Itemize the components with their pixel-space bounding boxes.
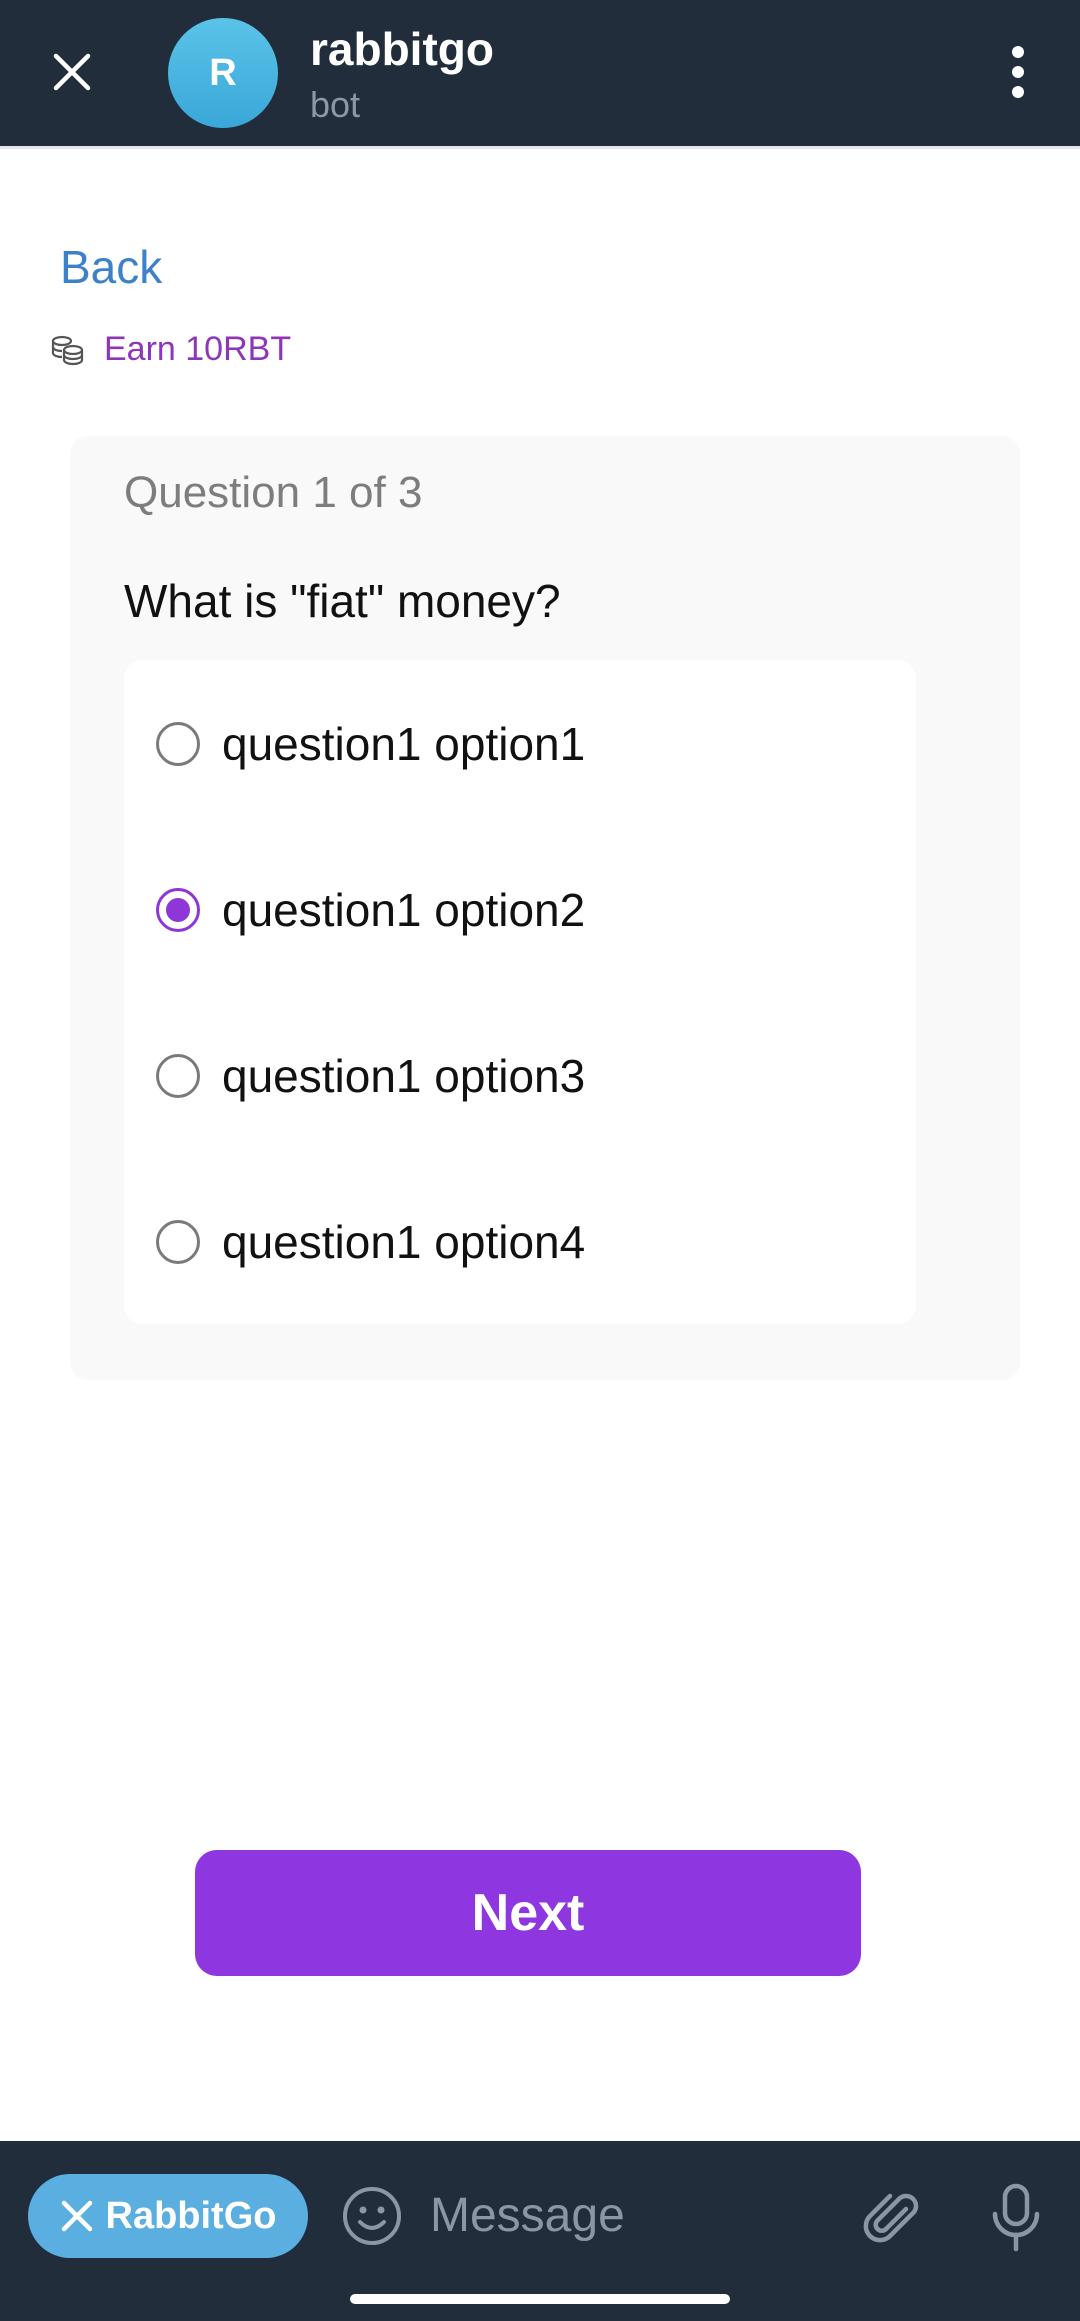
avatar-letter: R [209, 51, 237, 94]
close-button[interactable] [40, 40, 104, 104]
microphone-button[interactable] [986, 2182, 1046, 2254]
bot-chip-label: RabbitGo [105, 2194, 277, 2237]
close-icon [53, 53, 91, 91]
option-3[interactable]: question1 option3 [156, 1036, 585, 1116]
option-label: question1 option2 [222, 884, 586, 936]
paperclip-icon [863, 2193, 919, 2243]
radio-button[interactable] [156, 722, 200, 766]
chat-subtitle: bot [310, 84, 361, 125]
option-label: question1 option4 [222, 1216, 586, 1268]
emoji-button[interactable] [340, 2184, 404, 2248]
coins-icon [51, 335, 84, 365]
question-counter: Question 1 of 3 [124, 468, 423, 517]
option-label: question1 option3 [222, 1050, 586, 1102]
smile-icon [343, 2187, 401, 2245]
option-1[interactable]: question1 option1 [156, 704, 585, 784]
more-vertical-icon [1012, 46, 1024, 58]
radio-button-selected[interactable] [156, 888, 200, 932]
radio-button[interactable] [156, 1054, 200, 1098]
chat-header [0, 0, 1080, 146]
radio-button[interactable] [156, 1220, 200, 1264]
bot-menu-button[interactable]: RabbitGo [28, 2174, 308, 2258]
earn-label: Earn 10RBT [104, 330, 292, 368]
question-text: What is "fiat" money? [124, 575, 561, 627]
earn-reward: Earn 10RBT [50, 330, 291, 369]
next-button[interactable]: Next [195, 1850, 861, 1976]
option-4[interactable]: question1 option4 [156, 1202, 585, 1282]
close-icon [61, 2200, 92, 2232]
message-input[interactable] [430, 2178, 830, 2252]
more-options-button[interactable] [990, 40, 1046, 104]
option-label: question1 option1 [222, 718, 586, 770]
chat-title[interactable]: rabbitgo [310, 22, 494, 76]
back-link[interactable]: Back [60, 240, 162, 294]
avatar[interactable]: R [168, 18, 278, 128]
home-indicator [350, 2294, 730, 2304]
microphone-icon [992, 2183, 1040, 2252]
option-2[interactable]: question1 option2 [156, 870, 585, 950]
attach-button[interactable] [860, 2184, 924, 2248]
header-divider [0, 146, 1080, 149]
